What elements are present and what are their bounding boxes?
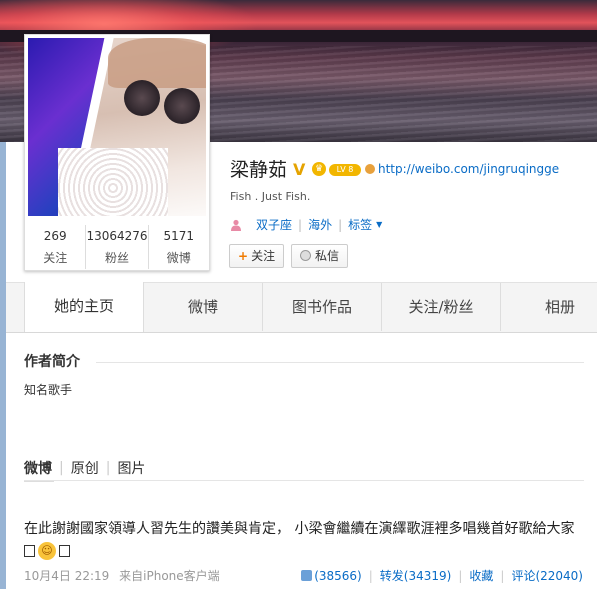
author-description: 知名歌手 — [24, 383, 73, 397]
avatar[interactable] — [28, 38, 206, 216]
tab-books[interactable]: 图书作品 — [263, 283, 382, 331]
repost-link[interactable]: 转发(34319) — [380, 567, 452, 584]
feed-tab-separator: | — [105, 460, 111, 476]
profile-stats: 269 关注 13064276 粉丝 5171 微博 — [25, 225, 209, 269]
message-button[interactable]: 私信 — [291, 244, 349, 268]
profile-url-link[interactable]: http://weibo.com/jingruqingge — [365, 162, 559, 176]
missing-glyph-box — [24, 545, 35, 557]
level-badge[interactable]: LV 8 — [329, 164, 361, 176]
post-source[interactable]: 来自iPhone客户端 — [119, 569, 220, 583]
avatar-glasses-left — [124, 80, 160, 116]
action-separator: | — [500, 568, 505, 583]
message-icon — [300, 250, 311, 261]
like-icon[interactable] — [301, 570, 313, 581]
stat-fans-label: 粉丝 — [105, 251, 130, 265]
female-icon — [231, 219, 241, 231]
tab-her-home[interactable]: 她的主页 — [24, 282, 144, 332]
follow-button[interactable]: + 关注 — [229, 244, 285, 268]
crown-icon[interactable]: ♛ — [312, 162, 326, 176]
profile-tabs: 她的主页 微博 图书作品 关注/粉丝 相册 — [6, 282, 597, 333]
post-meta: 10月4日 22:19 来自iPhone客户端 — [24, 567, 220, 584]
stat-following-label: 关注 — [43, 251, 68, 265]
profile-card: 269 关注 13064276 粉丝 5171 微博 — [24, 34, 210, 271]
comment-link[interactable]: 评论(22040) — [511, 567, 583, 584]
favorite-link[interactable]: 收藏 — [469, 567, 493, 584]
profile-name: 梁静茹 — [230, 159, 288, 181]
feed-tab-weibo[interactable]: 微博 — [24, 458, 52, 478]
plus-icon: + — [238, 249, 249, 263]
caret-down-icon[interactable]: ▼ — [376, 220, 382, 229]
action-separator: | — [368, 568, 373, 583]
meta-separator: | — [338, 217, 343, 232]
feed-divider — [24, 480, 584, 481]
feed-active-indicator — [24, 478, 54, 482]
stat-following[interactable]: 269 关注 — [25, 225, 87, 269]
profile-url-text: http://weibo.com/jingruqingge — [378, 162, 560, 176]
message-button-label: 私信 — [315, 249, 340, 263]
location-link[interactable]: 海外 — [308, 216, 332, 233]
avatar-lace — [58, 148, 168, 216]
like-count[interactable]: (38566) — [314, 569, 362, 583]
stat-following-count: 269 — [43, 229, 67, 243]
verified-v-icon[interactable]: V — [293, 160, 305, 179]
post-actions: (38566) | 转发(34319) | 收藏 | 评论(22040) — [301, 567, 583, 584]
post-time-link[interactable]: 10月4日 22:19 — [24, 569, 109, 583]
stat-fans[interactable]: 13064276 粉丝 — [86, 225, 149, 269]
meta-separator: | — [298, 217, 303, 232]
feed-filter-tabs: 微博 | 原创 | 图片 — [24, 458, 145, 478]
tab-weibo[interactable]: 微博 — [144, 283, 263, 331]
stat-posts-label: 微博 — [166, 251, 191, 265]
smile-emoji-icon: ☺ — [38, 542, 56, 560]
tags-link[interactable]: 标签 — [348, 216, 372, 233]
stat-fans-count: 13064276 — [86, 229, 148, 243]
feed-tab-original[interactable]: 原创 — [71, 458, 99, 478]
tab-follow-fans[interactable]: 关注/粉丝 — [382, 283, 501, 331]
post-emojis: ☺ — [24, 542, 70, 560]
avatar-glasses-right — [164, 88, 200, 124]
tab-album[interactable]: 相册 — [501, 283, 597, 331]
zodiac-link[interactable]: 双子座 — [256, 216, 292, 233]
action-separator: | — [458, 568, 463, 583]
profile-intro: Fish . Just Fish. — [230, 190, 311, 203]
feed-tab-pictures[interactable]: 图片 — [117, 458, 145, 478]
globe-icon — [365, 164, 375, 174]
follow-button-label: 关注 — [251, 249, 276, 263]
profile-meta: 双子座 | 海外 | 标签 ▼ — [230, 216, 382, 233]
author-section-title: 作者简介 — [24, 354, 80, 370]
post-text: 在此謝謝國家領導人習先生的讚美與肯定， 小梁會繼續在演繹歌涯裡多唱幾首好歌給大家 — [24, 521, 575, 537]
section-divider — [96, 362, 584, 363]
missing-glyph-box — [59, 545, 70, 557]
stat-posts[interactable]: 5171 微博 — [149, 225, 209, 269]
stat-posts-count: 5171 — [163, 229, 195, 243]
feed-tab-separator: | — [59, 460, 64, 476]
avatar-hair — [108, 38, 206, 88]
